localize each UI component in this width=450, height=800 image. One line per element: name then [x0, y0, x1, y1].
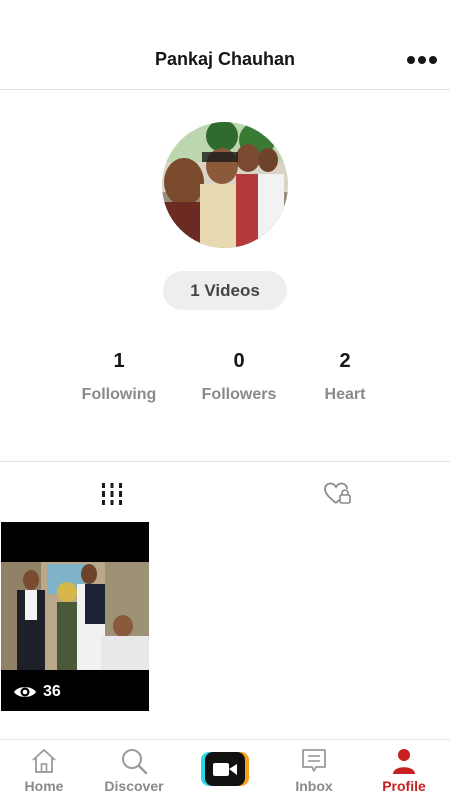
nav-profile-label: Profile [382, 778, 426, 794]
heart-lock-icon [324, 482, 351, 504]
nav-home-label: Home [24, 778, 64, 794]
nav-inbox-label: Inbox [295, 778, 333, 794]
videos-count-badge: 1 Videos [163, 271, 287, 310]
profile-tabs [0, 461, 450, 523]
tab-liked-private[interactable] [323, 480, 353, 508]
eye-icon [14, 687, 36, 697]
following-label: Following [81, 386, 157, 403]
profile-name-title: Pankaj Chauhan [154, 49, 296, 69]
stat-followers[interactable]: 0 Followers [189, 348, 289, 404]
home-icon [32, 748, 56, 773]
heart-label: Heart [324, 386, 366, 403]
followers-count: 0 [233, 350, 245, 372]
video-view-count: 36 [13, 683, 61, 701]
record-video-button[interactable] [201, 752, 249, 786]
nav-inbox[interactable]: Inbox [274, 746, 354, 798]
grid-icon [102, 483, 122, 505]
more-options-button[interactable] [404, 50, 440, 70]
more-icon [407, 56, 415, 64]
tab-videos[interactable] [97, 480, 127, 508]
nav-profile[interactable]: Profile [364, 746, 444, 798]
stat-following[interactable]: 1 Following [69, 348, 169, 404]
following-count: 1 [113, 350, 125, 372]
nav-discover[interactable]: Discover [94, 746, 174, 798]
nav-discover-label: Discover [104, 778, 164, 794]
profile-header: Pankaj Chauhan [0, 0, 450, 90]
stat-heart[interactable]: 2 Heart [295, 348, 395, 404]
followers-label: Followers [201, 386, 277, 403]
profile-avatar[interactable] [162, 122, 288, 248]
inbox-icon [302, 749, 326, 772]
video-thumbnail[interactable]: 36 [1, 522, 149, 711]
nav-home[interactable]: Home [4, 746, 84, 798]
heart-count: 2 [339, 350, 351, 372]
camera-icon [201, 752, 249, 786]
view-count-text: 36 [43, 683, 61, 700]
search-icon [122, 749, 148, 775]
person-icon [393, 749, 415, 774]
